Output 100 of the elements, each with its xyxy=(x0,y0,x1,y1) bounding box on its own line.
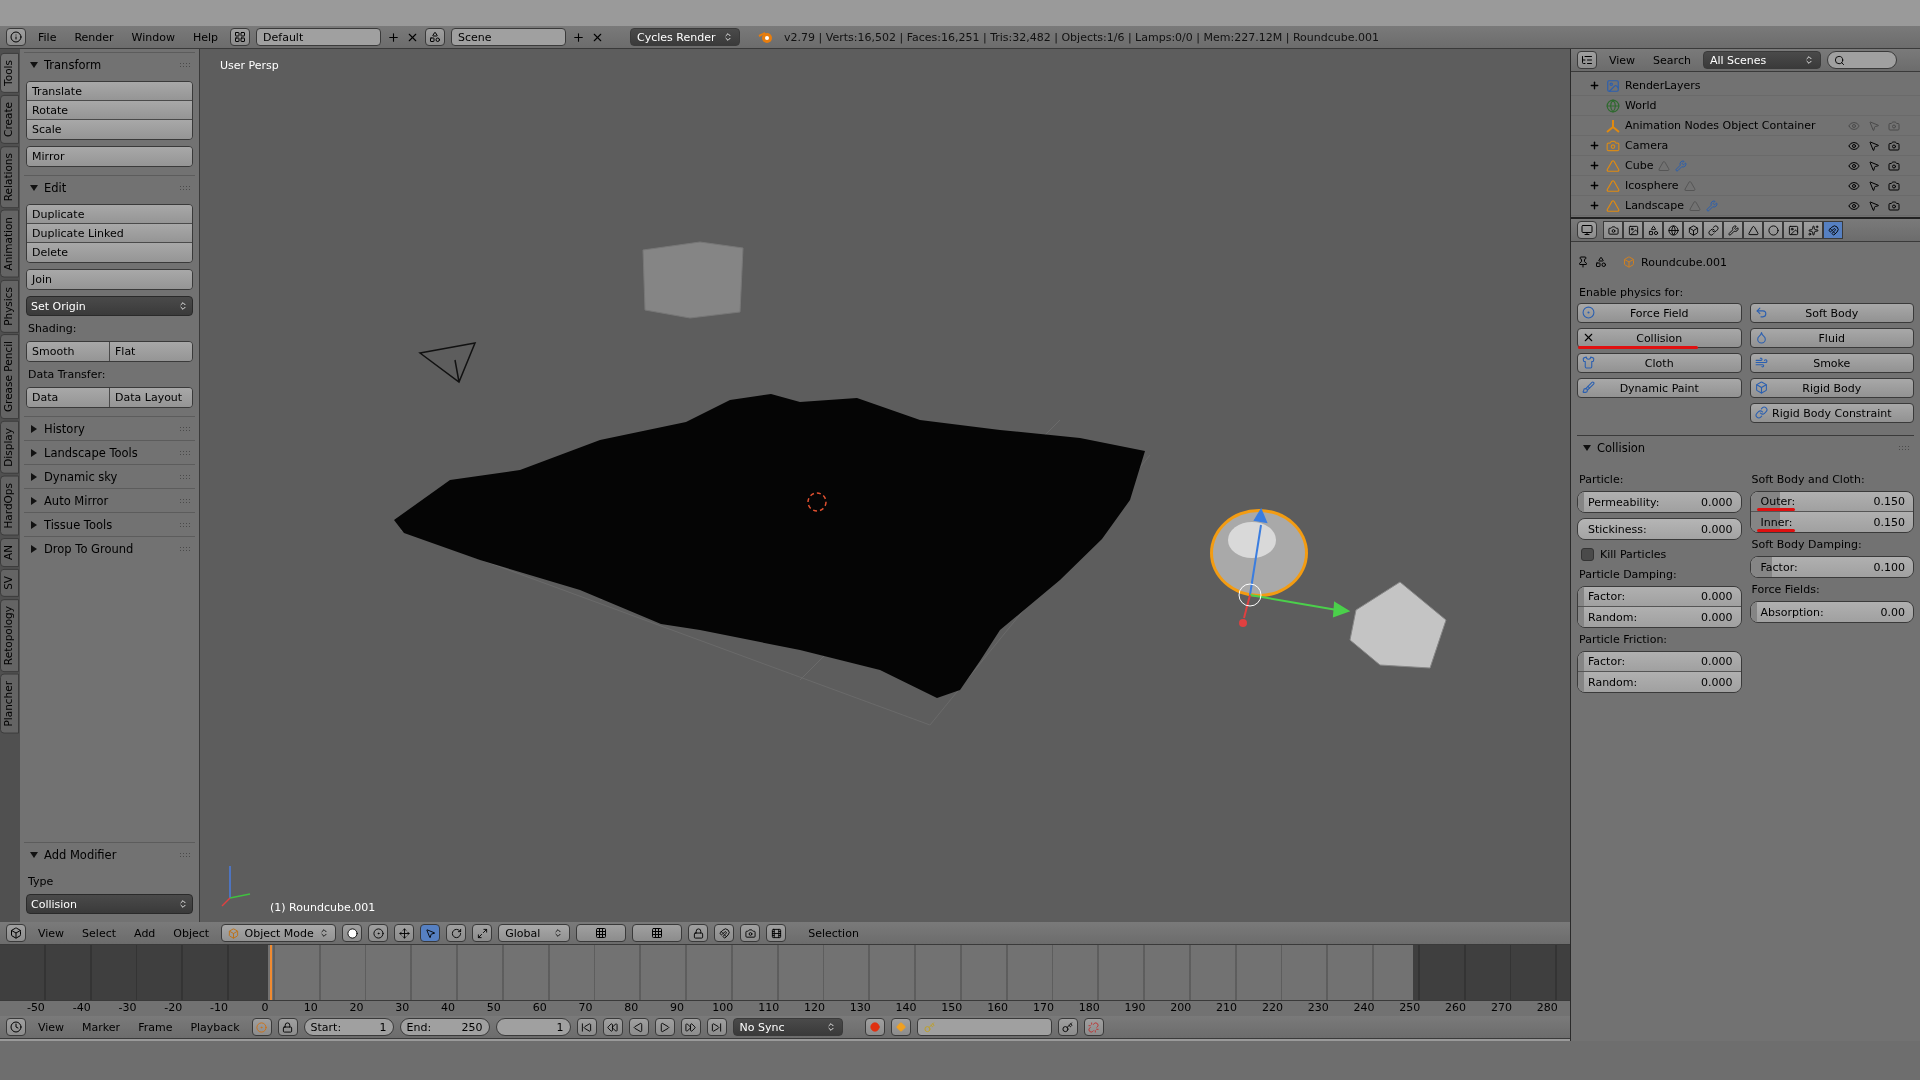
outliner-item-name[interactable]: Icosphere xyxy=(1625,179,1679,192)
play-reverse-icon[interactable] xyxy=(628,1018,649,1036)
render-engine-dropdown[interactable]: Cycles Render xyxy=(630,28,741,46)
scene-icon[interactable] xyxy=(425,28,446,46)
jump-end-icon[interactable] xyxy=(706,1018,727,1036)
eye-icon[interactable] xyxy=(1848,199,1860,212)
keyframe-icon[interactable] xyxy=(251,1018,272,1036)
panel-header[interactable]: Transform xyxy=(24,52,195,76)
lock-icon[interactable] xyxy=(277,1018,298,1036)
expand-icon[interactable] xyxy=(1589,180,1600,191)
menu-item[interactable]: Playback xyxy=(184,1020,246,1034)
picture-icon[interactable] xyxy=(1783,221,1803,239)
side-tab[interactable]: Plancher xyxy=(0,673,19,734)
link-icon[interactable] xyxy=(1703,221,1723,239)
tool-button[interactable]: Flat xyxy=(110,342,192,361)
snap-magnet-icon[interactable] xyxy=(714,924,735,942)
globe-icon[interactable] xyxy=(1663,221,1683,239)
cursor-icon[interactable] xyxy=(1868,159,1880,172)
layout-icon[interactable] xyxy=(230,28,251,46)
orientation-dropdown[interactable]: Global xyxy=(498,924,571,942)
cursor-icon[interactable] xyxy=(1868,179,1880,192)
sync-dropdown[interactable]: No Sync xyxy=(732,1018,843,1036)
physics-button[interactable]: Rigid Body xyxy=(1749,378,1914,398)
slider-field[interactable]: Factor: 0.000 xyxy=(1578,587,1741,607)
add-icon[interactable] xyxy=(387,30,401,44)
sparkles-icon[interactable] xyxy=(1803,221,1823,239)
camera-icon[interactable] xyxy=(1603,221,1623,239)
mode-dropdown[interactable]: Object Mode xyxy=(221,924,337,942)
slider-field[interactable]: Factor: 0.100 xyxy=(1750,557,1913,577)
end-frame-field[interactable]: End: 250 xyxy=(399,1018,490,1036)
record-icon[interactable] xyxy=(864,1018,885,1036)
camera-icon[interactable] xyxy=(1888,179,1900,192)
shapes-icon[interactable] xyxy=(1643,221,1663,239)
panel-header[interactable]: Edit xyxy=(24,175,195,199)
lock-icon[interactable] xyxy=(688,924,709,942)
modifier-type-dropdown[interactable]: Collision xyxy=(26,894,193,914)
current-frame-field[interactable]: 1 xyxy=(495,1018,571,1036)
physics-button[interactable]: Force Field xyxy=(1577,303,1742,323)
tool-button[interactable]: Delete xyxy=(27,243,192,262)
scene-field[interactable]: Scene xyxy=(451,28,567,46)
side-tab[interactable]: Tools xyxy=(0,53,19,93)
menu-item[interactable]: Add xyxy=(128,926,162,940)
properties-editor-icon[interactable] xyxy=(1577,221,1597,239)
slider-field[interactable]: Permeability: 0.000 xyxy=(1578,492,1741,512)
pivot-icon[interactable] xyxy=(368,924,389,942)
menu-item[interactable]: View xyxy=(32,1020,71,1034)
rewind-icon[interactable] xyxy=(602,1018,623,1036)
disclosure-triangle-icon[interactable] xyxy=(30,850,38,859)
slider-field[interactable]: Inner: 0.150 xyxy=(1750,512,1913,532)
physics-button[interactable]: Smoke xyxy=(1749,353,1914,373)
menu-item[interactable]: Frame xyxy=(132,1020,179,1034)
disclosure-triangle-icon[interactable] xyxy=(30,544,38,553)
key-icon[interactable] xyxy=(1057,1018,1078,1036)
timeline-track[interactable] xyxy=(0,945,1570,1000)
panel-header[interactable]: Add Modifier xyxy=(24,842,195,866)
slider-field[interactable]: Absorption: 0.00 xyxy=(1750,602,1913,622)
slider-field[interactable]: Outer: 0.150 xyxy=(1750,492,1913,512)
eye-icon[interactable] xyxy=(1848,139,1860,152)
tool-button[interactable]: Mirror xyxy=(27,147,192,166)
outliner-icon[interactable] xyxy=(1577,51,1597,69)
render-icon[interactable] xyxy=(740,924,761,942)
checkbox[interactable] xyxy=(1581,547,1594,561)
dropdown-menu[interactable]: Set Origin xyxy=(26,296,193,316)
slider-field[interactable]: Random: 0.000 xyxy=(1578,672,1741,692)
menu-item[interactable]: Object xyxy=(167,926,216,940)
scale-icon[interactable] xyxy=(472,924,493,942)
search-field[interactable] xyxy=(1826,51,1897,69)
magnet-icon[interactable] xyxy=(1823,221,1843,239)
tool-button[interactable]: Translate xyxy=(27,82,192,101)
cursor-icon[interactable] xyxy=(1868,199,1880,212)
side-tab[interactable]: HardOps xyxy=(0,476,19,536)
disclosure-triangle-icon[interactable] xyxy=(30,448,38,457)
image-icon[interactable] xyxy=(1623,221,1643,239)
eye-icon[interactable] xyxy=(1848,159,1860,172)
tool-button[interactable]: Scale xyxy=(27,120,192,139)
panel-header[interactable]: Drop To Ground xyxy=(24,536,195,560)
side-tab[interactable]: Create xyxy=(0,94,19,144)
menu-item[interactable]: Select xyxy=(76,926,123,940)
side-tab[interactable]: Display xyxy=(0,421,19,475)
tool-button[interactable]: Data xyxy=(27,388,110,407)
physics-button[interactable]: Collision xyxy=(1577,328,1742,348)
panel-header[interactable]: Auto Mirror xyxy=(24,488,195,512)
add-icon[interactable] xyxy=(572,30,586,44)
jump-start-icon[interactable] xyxy=(576,1018,597,1036)
side-tab[interactable]: AN xyxy=(0,537,19,567)
side-tab[interactable]: Animation xyxy=(0,210,19,278)
unlink-icon[interactable] xyxy=(1083,1018,1104,1036)
tool-button[interactable]: Join xyxy=(27,270,192,289)
film-icon[interactable] xyxy=(766,924,787,942)
manipulator-axes-icon[interactable] xyxy=(394,924,415,942)
clock-icon[interactable] xyxy=(6,1018,26,1036)
outliner-item-name[interactable]: Camera xyxy=(1625,139,1669,152)
layer-grid-icon[interactable] xyxy=(632,924,683,942)
expand-icon[interactable] xyxy=(1589,140,1600,151)
disclosure-triangle-icon[interactable] xyxy=(30,424,38,433)
menu-item[interactable]: Window xyxy=(125,30,181,44)
disclosure-triangle-icon[interactable] xyxy=(30,60,38,69)
disclosure-triangle-icon[interactable] xyxy=(30,520,38,529)
cube-icon[interactable] xyxy=(1683,221,1703,239)
side-tab[interactable]: Relations xyxy=(0,145,19,208)
